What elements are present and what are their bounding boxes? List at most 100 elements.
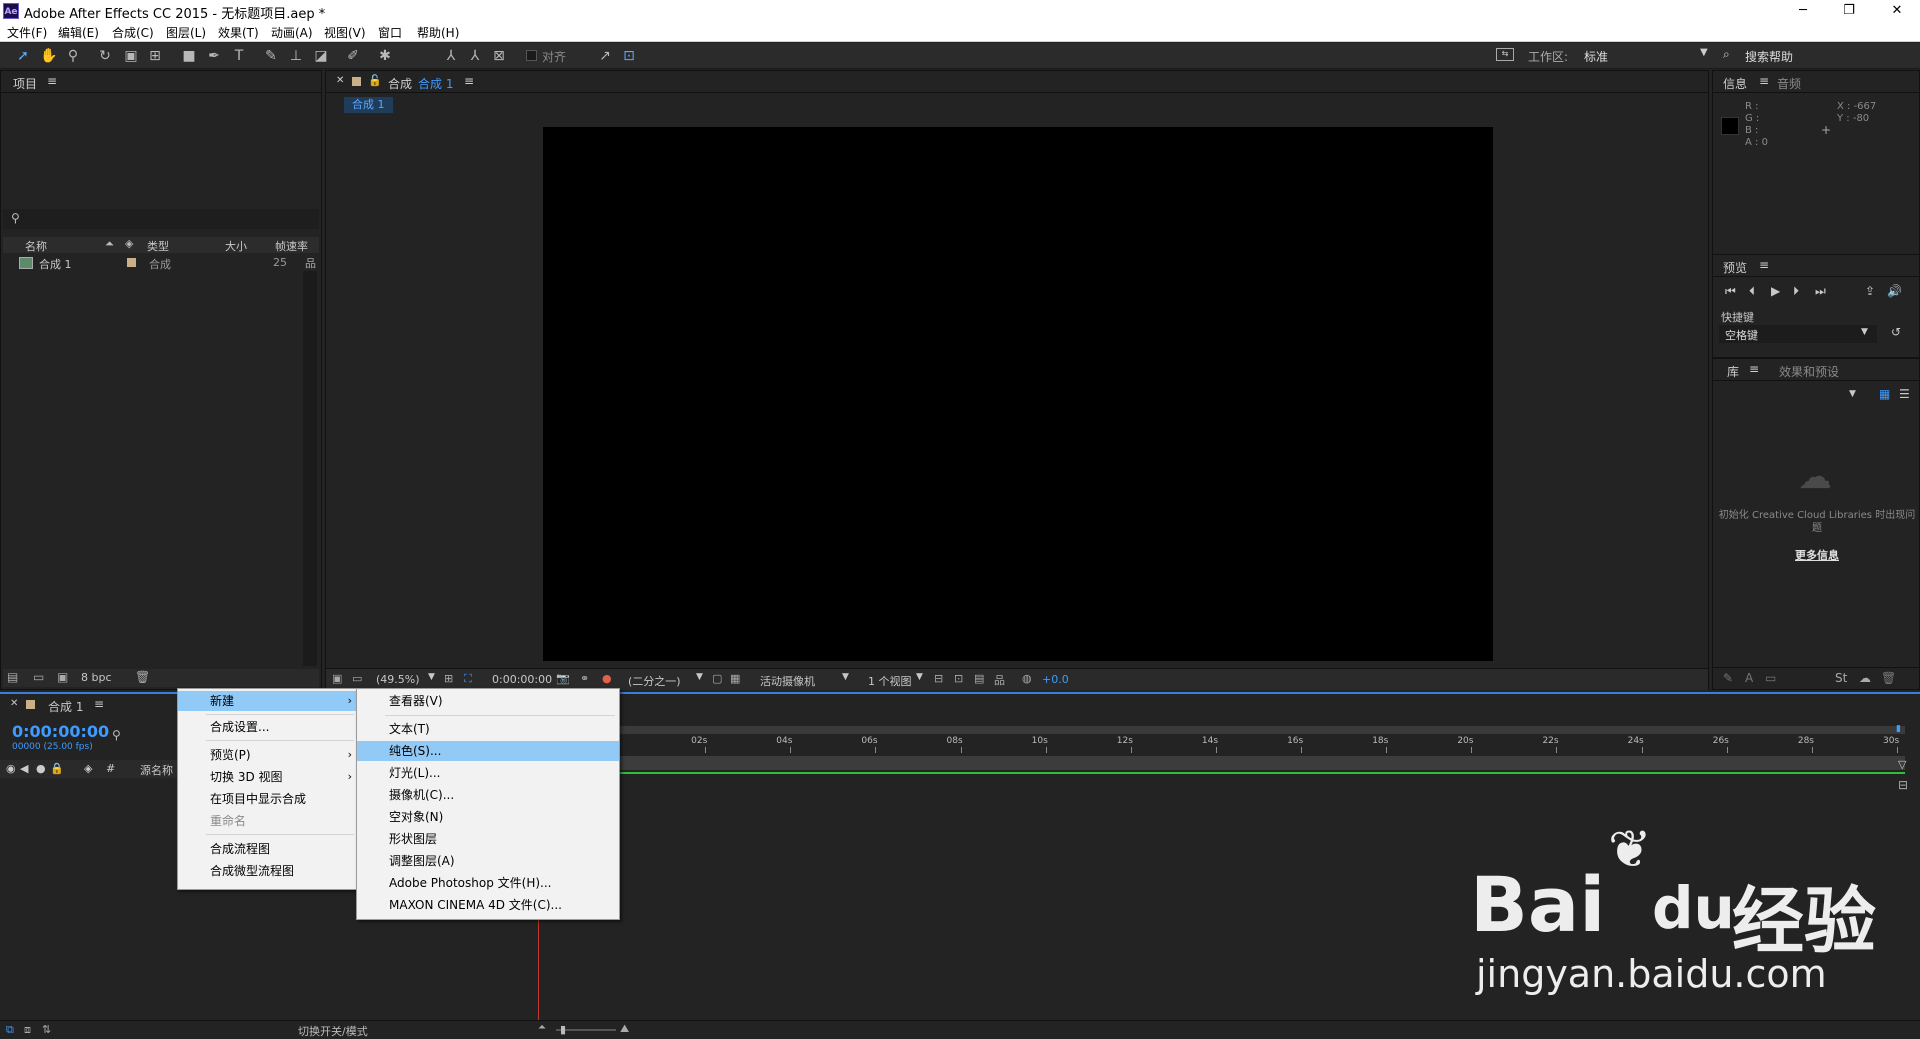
resolution-value[interactable]: (二分之一): [628, 673, 681, 689]
monitor-icon[interactable]: ▭: [352, 672, 362, 685]
composition-canvas[interactable]: [543, 127, 1493, 661]
work-area-bar[interactable]: [620, 726, 1905, 734]
safe-margins-icon[interactable]: ⊞: [444, 672, 453, 685]
tab-audio[interactable]: 音频: [1777, 75, 1801, 92]
panel-menu-icon[interactable]: ≡: [47, 74, 57, 88]
in-out-icon[interactable]: ⇅: [42, 1023, 51, 1036]
camera-tool-icon[interactable]: ▣: [122, 47, 140, 65]
snap-checkbox[interactable]: [526, 50, 537, 61]
menu-item-comp-settings[interactable]: 合成设置...: [178, 717, 358, 737]
chevron-down-icon[interactable]: ▼: [428, 672, 435, 682]
list-item[interactable]: 合成 1 合成 25: [3, 255, 303, 271]
panel-menu-icon[interactable]: ≡: [1749, 362, 1759, 376]
library-select[interactable]: ▼: [1719, 387, 1863, 405]
tab-library[interactable]: 库: [1727, 363, 1739, 380]
project-scrollbar[interactable]: [303, 271, 317, 666]
chevron-down-icon[interactable]: ▼: [916, 672, 923, 682]
bit-depth[interactable]: 8 bpc: [81, 671, 112, 684]
toggle-pixel-aspect-icon[interactable]: ⊟: [934, 672, 943, 685]
playhead-handle[interactable]: ▽: [1898, 758, 1906, 771]
menu-animation[interactable]: 动画(A): [271, 24, 313, 41]
label-color-swatch[interactable]: [127, 258, 136, 267]
timeline-timecode[interactable]: 0:00:00:00: [12, 722, 109, 741]
lock-icon[interactable]: 🔓: [368, 74, 382, 87]
audio-icon[interactable]: 🔊: [1887, 284, 1902, 298]
search-icon[interactable]: ⌕: [1723, 47, 1730, 62]
preview-title[interactable]: 预览: [1723, 259, 1747, 276]
roto-brush-tool-icon[interactable]: ✐: [344, 47, 362, 65]
submenu-item-photoshop-file[interactable]: Adobe Photoshop 文件(H)...: [357, 873, 619, 893]
zoom-out-icon[interactable]: ⏶: [538, 1022, 546, 1033]
timeline-comp-name[interactable]: 合成 1: [48, 698, 83, 715]
views-value[interactable]: 1 个视图: [868, 673, 912, 689]
chevron-down-icon[interactable]: ▼: [842, 672, 849, 682]
zoom-in-icon[interactable]: ⛰: [620, 1022, 629, 1036]
lock-icon[interactable]: 🔒: [50, 762, 64, 775]
workspace-value[interactable]: 标准: [1584, 48, 1608, 65]
minimize-button[interactable]: ─: [1780, 0, 1826, 22]
eraser-tool-icon[interactable]: ◪: [312, 47, 330, 65]
menu-item-switch-3d-view[interactable]: 切换 3D 视图 ›: [178, 767, 358, 787]
menu-composition[interactable]: 合成(C): [112, 24, 154, 41]
last-frame-icon[interactable]: ⏭: [1815, 284, 1826, 299]
stock-icon[interactable]: St: [1835, 671, 1847, 685]
visibility-icon[interactable]: ◉: [6, 762, 16, 775]
flowchart-icon[interactable]: 品: [994, 672, 1005, 688]
hand-tool-icon[interactable]: ✋: [40, 47, 58, 65]
panel-menu-icon[interactable]: ≡: [1759, 258, 1769, 272]
menu-view[interactable]: 视图(V): [324, 24, 366, 41]
menu-effect[interactable]: 效果(T): [218, 24, 259, 41]
menu-item-reveal-in-project[interactable]: 在项目中显示合成: [178, 789, 358, 809]
shortcut-select[interactable]: 空格键 ▼: [1719, 325, 1877, 343]
first-frame-icon[interactable]: ⏮: [1725, 284, 1736, 299]
viewer-timecode[interactable]: 0:00:00:00: [492, 673, 552, 686]
submenu-item-solid[interactable]: 纯色(S)...: [357, 741, 619, 761]
flowchart-icon[interactable]: 品: [305, 255, 316, 271]
trash-icon[interactable]: 🗑: [135, 670, 150, 684]
puppet-pin-tool-icon[interactable]: ✱: [376, 47, 394, 65]
pan-behind-tool-icon[interactable]: ⊞: [146, 47, 164, 65]
brush-tool-icon[interactable]: ✎: [262, 47, 280, 65]
mask-visibility-icon[interactable]: ⛶: [464, 672, 472, 686]
world-axis-icon[interactable]: ⅄: [466, 47, 484, 65]
solo-icon[interactable]: ●: [36, 762, 46, 775]
timeline-icon[interactable]: ▤: [974, 672, 984, 685]
next-frame-icon[interactable]: ⏵: [1793, 284, 1799, 299]
interpret-footage-icon[interactable]: ▤: [7, 670, 18, 684]
rectangle-tool-icon[interactable]: ■: [180, 47, 198, 65]
project-title[interactable]: 项目: [13, 75, 37, 92]
snap-option-icon[interactable]: ↗: [596, 47, 614, 65]
column-size[interactable]: 大小: [225, 238, 247, 254]
submenu-item-light[interactable]: 灯光(L)...: [357, 763, 619, 783]
submenu-item-camera[interactable]: 摄像机(C)...: [357, 785, 619, 805]
workspace-dropdown-icon[interactable]: ▼: [1700, 47, 1708, 58]
always-preview-icon[interactable]: ▣: [332, 672, 342, 685]
reset-icon[interactable]: ↺: [1891, 325, 1901, 339]
submenu-item-adjustment-layer[interactable]: 调整图层(A): [357, 851, 619, 871]
search-help-input[interactable]: 搜索帮助: [1745, 48, 1793, 65]
submenu-item-null-object[interactable]: 空对象(N): [357, 807, 619, 827]
layer-switches-icon[interactable]: ⧉: [6, 1023, 14, 1037]
panel-menu-icon[interactable]: ≡: [1759, 74, 1769, 88]
search-icon[interactable]: ⚲: [112, 728, 121, 742]
close-tab-icon[interactable]: ✕: [10, 698, 18, 709]
new-composition-icon[interactable]: ▣: [57, 670, 68, 684]
submenu-item-text[interactable]: 文本(T): [357, 719, 619, 739]
panel-menu-icon[interactable]: ≡: [464, 74, 474, 88]
region-of-interest-icon[interactable]: ▢: [712, 672, 722, 685]
loop-icon[interactable]: ⇪: [1865, 284, 1875, 298]
tab-info[interactable]: 信息: [1723, 75, 1747, 92]
comp-marker-bin-icon[interactable]: ⊟: [1898, 778, 1908, 792]
time-ruler[interactable]: 02s 04s 06s 08s 10s 12s 14s 16s 18s 20s 22s 24s 26s 2…: [620, 736, 1905, 754]
play-icon[interactable]: ▶: [1771, 284, 1780, 298]
trash-icon[interactable]: 🗑: [1881, 671, 1896, 685]
work-area-end-handle[interactable]: ▮: [1896, 724, 1901, 734]
audio-icon[interactable]: ◀: [20, 762, 28, 775]
snap-grid-icon[interactable]: ⊡: [620, 47, 638, 65]
view-axis-icon[interactable]: ⊠: [490, 47, 508, 65]
toggle-switches-modes[interactable]: 切换开关/模式: [298, 1023, 368, 1039]
label-tag-icon[interactable]: ◈: [125, 237, 133, 250]
panel-menu-icon[interactable]: ≡: [94, 697, 104, 711]
menu-item-new[interactable]: 新建 ›: [178, 691, 358, 711]
previous-frame-icon[interactable]: ⏴: [1749, 284, 1755, 299]
